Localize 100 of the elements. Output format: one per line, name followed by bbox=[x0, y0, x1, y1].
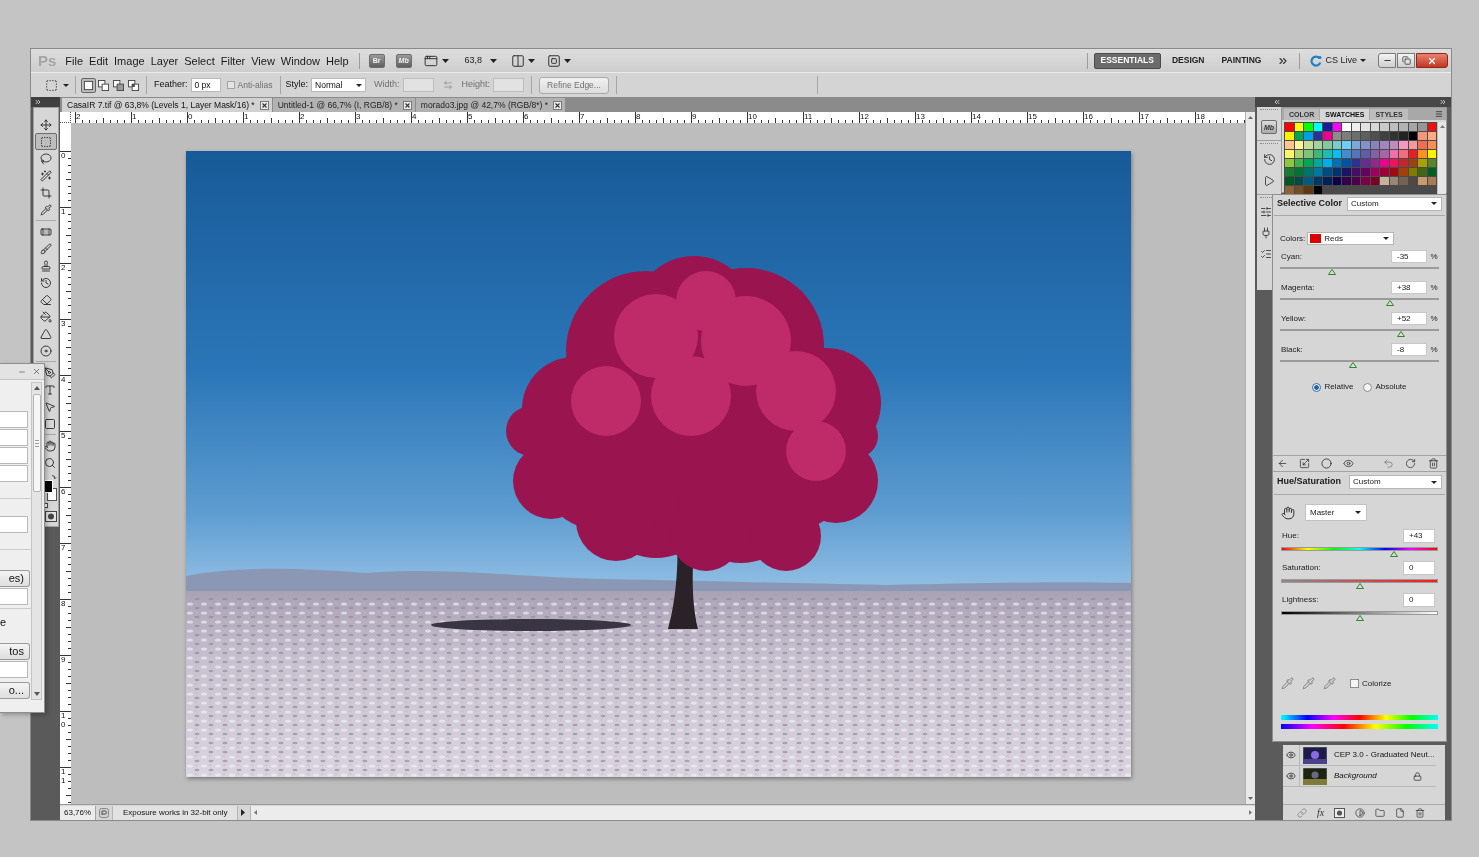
menu-item[interactable]: Edit bbox=[86, 53, 112, 68]
fx-button[interactable]: fx bbox=[1317, 807, 1325, 818]
color-swatch[interactable] bbox=[1399, 177, 1408, 185]
close-icon[interactable] bbox=[553, 100, 563, 110]
close-button[interactable] bbox=[1416, 53, 1448, 68]
color-swatch[interactable] bbox=[1380, 141, 1389, 149]
radio-button[interactable]: Relative bbox=[1312, 381, 1354, 393]
workspace-button[interactable]: DESIGN bbox=[1165, 52, 1211, 69]
plug-icon[interactable] bbox=[1260, 227, 1272, 239]
color-swatch[interactable] bbox=[1389, 141, 1398, 149]
color-swatch[interactable] bbox=[1408, 159, 1417, 167]
colors-dropdown[interactable]: Reds bbox=[1307, 232, 1395, 245]
radio-button[interactable]: Absolute bbox=[1363, 381, 1407, 393]
circle-icon[interactable] bbox=[1321, 458, 1332, 469]
color-swatch[interactable] bbox=[1313, 186, 1322, 194]
color-swatch[interactable] bbox=[1399, 141, 1408, 149]
color-swatch[interactable] bbox=[1399, 132, 1408, 140]
color-swatch[interactable] bbox=[1370, 123, 1379, 131]
zoom-menu[interactable]: 63,8 bbox=[464, 53, 498, 68]
preset-dropdown[interactable]: Custom bbox=[1349, 475, 1442, 489]
color-swatch[interactable] bbox=[1427, 159, 1436, 167]
document-tab[interactable]: CasaIR 7.tif @ 63,8% (Levels 1, Layer Mask/16) * bbox=[62, 98, 272, 112]
color-swatch[interactable] bbox=[1332, 141, 1341, 149]
color-swatch[interactable] bbox=[1313, 132, 1322, 140]
color-swatch[interactable] bbox=[1304, 132, 1313, 140]
slider-thumb[interactable] bbox=[1396, 331, 1405, 337]
slider-track[interactable] bbox=[1281, 611, 1438, 621]
caret-down-icon[interactable] bbox=[33, 692, 40, 696]
vertical-scrollbar[interactable] bbox=[31, 382, 42, 700]
value-field[interactable]: 0 bbox=[1403, 561, 1435, 575]
colorize-checkbox[interactable]: Colorize bbox=[1350, 677, 1392, 690]
swap-arrows-icon[interactable] bbox=[442, 80, 453, 90]
color-swatch[interactable] bbox=[1313, 177, 1322, 185]
color-swatch[interactable] bbox=[1285, 168, 1294, 176]
color-swatch[interactable] bbox=[1351, 123, 1360, 131]
color-swatch[interactable] bbox=[1389, 159, 1398, 167]
color-swatch[interactable] bbox=[1323, 141, 1332, 149]
color-swatch[interactable] bbox=[1408, 177, 1417, 185]
dialog-button[interactable]: tos bbox=[0, 643, 30, 660]
color-swatch[interactable] bbox=[1408, 141, 1417, 149]
color-swatch[interactable] bbox=[1418, 132, 1427, 140]
color-swatch[interactable] bbox=[1304, 177, 1313, 185]
eyedropper-icon[interactable] bbox=[1281, 677, 1294, 690]
color-swatch[interactable] bbox=[1323, 159, 1332, 167]
input-field[interactable] bbox=[0, 588, 28, 605]
color-swatch[interactable] bbox=[1323, 168, 1332, 176]
menu-item[interactable]: Layer bbox=[147, 53, 182, 68]
workspace-button[interactable]: PAINTING bbox=[1215, 52, 1268, 69]
menu-item[interactable]: Image bbox=[111, 53, 148, 68]
value-field[interactable]: +52 bbox=[1391, 312, 1427, 325]
value-field[interactable]: +43 bbox=[1403, 529, 1435, 543]
scroll-thumb[interactable] bbox=[32, 394, 41, 492]
color-swatch[interactable] bbox=[1361, 177, 1370, 185]
color-swatch[interactable] bbox=[1427, 150, 1436, 158]
resize-icon[interactable] bbox=[1299, 458, 1310, 469]
color-swatch[interactable] bbox=[1332, 123, 1341, 131]
back-arrow-icon[interactable] bbox=[1277, 458, 1288, 469]
slider-thumb[interactable] bbox=[1328, 269, 1337, 275]
caret-up-icon[interactable] bbox=[1248, 116, 1253, 119]
color-swatch[interactable] bbox=[1370, 150, 1379, 158]
trash-icon[interactable] bbox=[1428, 458, 1439, 469]
minimize-button[interactable] bbox=[1378, 53, 1396, 68]
color-swatch[interactable] bbox=[1285, 177, 1294, 185]
color-swatch[interactable] bbox=[1389, 123, 1398, 131]
page-icon[interactable] bbox=[1395, 807, 1406, 818]
color-swatch[interactable] bbox=[1399, 159, 1408, 167]
color-swatch[interactable] bbox=[1304, 141, 1313, 149]
color-swatch[interactable] bbox=[1427, 141, 1436, 149]
color-swatch[interactable] bbox=[1285, 150, 1294, 158]
color-swatch[interactable] bbox=[1351, 177, 1360, 185]
color-swatch[interactable] bbox=[1389, 177, 1398, 185]
slider-thumb[interactable] bbox=[1385, 300, 1394, 306]
color-swatch[interactable] bbox=[1323, 132, 1332, 140]
close-icon[interactable] bbox=[402, 100, 412, 110]
dialog-button[interactable]: o... bbox=[0, 682, 30, 699]
color-swatch[interactable] bbox=[1313, 168, 1322, 176]
caret-icon[interactable] bbox=[441, 58, 449, 63]
color-swatch[interactable] bbox=[1304, 150, 1313, 158]
color-swatch[interactable] bbox=[1294, 150, 1303, 158]
color-swatch[interactable] bbox=[1418, 159, 1427, 167]
color-swatch[interactable] bbox=[1294, 132, 1303, 140]
sliders-icon[interactable] bbox=[1260, 206, 1272, 218]
zoom-level-field[interactable]: 63,76% bbox=[60, 805, 96, 820]
color-swatch[interactable] bbox=[1351, 159, 1360, 167]
color-swatch[interactable] bbox=[1408, 168, 1417, 176]
caret-up-icon[interactable] bbox=[1439, 125, 1445, 128]
color-swatch[interactable] bbox=[1351, 141, 1360, 149]
style-dropdown[interactable]: Normal bbox=[311, 78, 366, 92]
chevrons-right-icon[interactable] bbox=[34, 98, 42, 106]
color-swatch[interactable] bbox=[1370, 159, 1379, 167]
preset-dropdown[interactable]: Custom bbox=[1347, 196, 1442, 211]
eyedropper-icon[interactable] bbox=[1323, 677, 1336, 690]
chevrons-right-icon[interactable] bbox=[1439, 98, 1447, 106]
caret-icon[interactable] bbox=[528, 58, 536, 63]
feather-field[interactable]: 0 px bbox=[190, 78, 221, 92]
value-field[interactable]: -8 bbox=[1391, 343, 1427, 356]
color-swatch[interactable] bbox=[1294, 186, 1303, 194]
color-swatch[interactable] bbox=[1380, 132, 1389, 140]
value-field[interactable]: +38 bbox=[1391, 281, 1427, 294]
document-info-icon[interactable] bbox=[99, 807, 109, 818]
